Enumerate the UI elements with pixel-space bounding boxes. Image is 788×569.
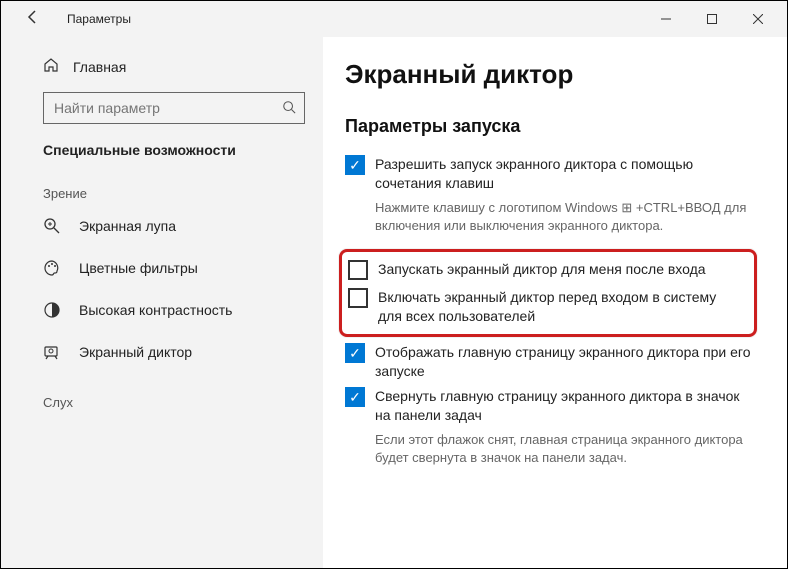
option-label: Свернуть главную страницу экранного дикт…	[375, 387, 757, 425]
option-label: Запускать экранный диктор для меня после…	[378, 260, 706, 279]
helper-tray: Если этот флажок снят, главная страница …	[375, 431, 757, 467]
sidebar-group-vision: Зрение	[1, 176, 323, 205]
narrator-icon	[43, 343, 61, 361]
option-start-after-signin: Запускать экранный диктор для меня после…	[348, 260, 744, 280]
sidebar-item-narrator[interactable]: Экранный диктор	[1, 331, 323, 373]
window-title: Параметры	[67, 12, 131, 26]
sidebar-item-high-contrast[interactable]: Высокая контрастность	[1, 289, 323, 331]
contrast-icon	[43, 301, 61, 319]
checkbox-allow-shortcut[interactable]: ✓	[345, 155, 365, 175]
minimize-button[interactable]	[643, 3, 689, 35]
sidebar-item-label: Экранный диктор	[79, 344, 192, 360]
option-label: Включать экранный диктор перед входом в …	[378, 288, 744, 326]
home-icon	[43, 57, 59, 76]
sidebar: Главная Специальные возможности Зрение Э…	[1, 37, 323, 568]
sidebar-item-label: Цветные фильтры	[79, 260, 198, 276]
checkbox-start-after-signin[interactable]	[348, 260, 368, 280]
sidebar-item-color-filters[interactable]: Цветные фильтры	[1, 247, 323, 289]
sidebar-section-title: Специальные возможности	[1, 132, 323, 176]
checkbox-show-home[interactable]: ✓	[345, 343, 365, 363]
search-box[interactable]	[43, 92, 305, 124]
subsection-title: Параметры запуска	[345, 116, 757, 137]
search-input[interactable]	[54, 100, 282, 116]
magnifier-icon	[43, 217, 61, 235]
checkbox-start-before-signin[interactable]	[348, 288, 368, 308]
sidebar-home-label: Главная	[73, 59, 126, 75]
main-panel: Экранный диктор Параметры запуска ✓ Разр…	[323, 37, 787, 568]
titlebar: Параметры	[1, 1, 787, 37]
close-button[interactable]	[735, 3, 781, 35]
sidebar-home[interactable]: Главная	[1, 49, 323, 86]
window-controls	[643, 3, 781, 35]
sidebar-group-hearing: Слух	[1, 385, 323, 414]
back-button[interactable]	[19, 9, 47, 30]
highlighted-options: Запускать экранный диктор для меня после…	[339, 249, 757, 337]
option-start-before-signin: Включать экранный диктор перед входом в …	[348, 288, 744, 326]
sidebar-item-label: Высокая контрастность	[79, 302, 232, 318]
helper-shortcut: Нажмите клавишу с логотипом Windows ⊞ +C…	[375, 199, 757, 235]
search-icon	[282, 100, 296, 117]
option-label: Отображать главную страницу экранного ди…	[375, 343, 757, 381]
sidebar-item-magnifier[interactable]: Экранная лупа	[1, 205, 323, 247]
option-label: Разрешить запуск экранного диктора с пом…	[375, 155, 757, 193]
content-area: Главная Специальные возможности Зрение Э…	[1, 37, 787, 568]
option-allow-shortcut: ✓ Разрешить запуск экранного диктора с п…	[345, 155, 757, 193]
palette-icon	[43, 259, 61, 277]
page-title: Экранный диктор	[345, 59, 757, 90]
maximize-button[interactable]	[689, 3, 735, 35]
sidebar-item-label: Экранная лупа	[79, 218, 176, 234]
checkbox-minimize-tray[interactable]: ✓	[345, 387, 365, 407]
option-minimize-tray: ✓ Свернуть главную страницу экранного ди…	[345, 387, 757, 425]
option-show-home: ✓ Отображать главную страницу экранного …	[345, 343, 757, 381]
